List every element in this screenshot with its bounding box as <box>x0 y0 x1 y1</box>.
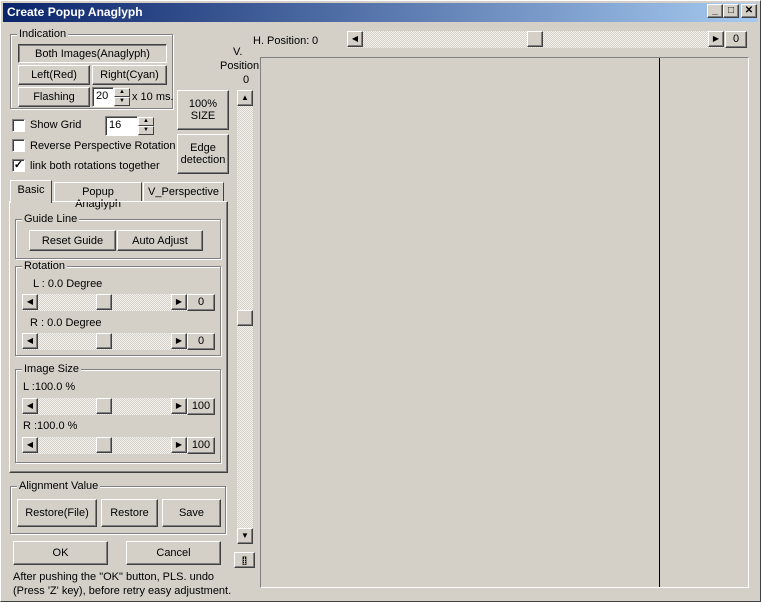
show-grid-label: Show Grid <box>30 119 82 131</box>
v-position-thumb[interactable] <box>237 310 253 326</box>
arrow-right-icon[interactable]: ▶ <box>171 333 187 349</box>
rotation-left-value[interactable]: 0 <box>187 294 215 311</box>
grid-spin-down-icon[interactable]: ▼ <box>138 126 154 135</box>
v-position-value: 0 <box>243 74 250 86</box>
title-bar: Create Popup Anaglyph <box>3 3 758 22</box>
flash-interval-input[interactable]: 20 <box>92 87 114 107</box>
link-rotations-label: link both rotations together <box>30 160 160 172</box>
grid-spin-up-icon[interactable]: ▲ <box>138 117 154 126</box>
image-size-left-label: L :100.0 % <box>23 381 76 393</box>
rotation-right-value[interactable]: 0 <box>187 333 215 350</box>
flash-unit-label: x 10 ms. <box>132 91 174 103</box>
full-size-line1: 100% <box>188 98 218 110</box>
full-size-line2: SIZE <box>190 110 216 122</box>
slider-thumb[interactable] <box>96 437 112 453</box>
arrow-left-icon[interactable]: ◀ <box>22 398 38 414</box>
rotation-left-slider[interactable]: ◀ ▶ <box>22 294 187 311</box>
save-button[interactable]: Save <box>162 499 221 527</box>
show-grid-checkbox[interactable] <box>12 119 25 132</box>
rotation-right-label: R : 0.0 Degree <box>30 317 102 329</box>
arrow-left-icon[interactable]: ◀ <box>22 437 38 453</box>
image-size-group-label: Image Size <box>22 363 82 375</box>
tab-v-perspective[interactable]: V_Perspective <box>143 182 224 202</box>
slider-thumb[interactable] <box>96 333 112 349</box>
arrow-up-icon[interactable]: ▲ <box>237 90 253 106</box>
close-button[interactable]: ✕ <box>741 4 757 18</box>
both-images-button[interactable]: Both Images(Anaglyph) <box>18 44 167 63</box>
rotation-group-label: Rotation <box>22 260 67 272</box>
cancel-button[interactable]: Cancel <box>126 541 221 565</box>
v-position-label-line2: Position <box>220 60 260 72</box>
guide-line-group-label: Guide Line <box>22 213 80 225</box>
arrow-left-icon[interactable]: ◀ <box>22 333 38 349</box>
right-cyan-button[interactable]: Right(Cyan) <box>92 65 167 85</box>
window-title: Create Popup Anaglyph <box>7 5 143 19</box>
h-position-scrollbar[interactable]: ◀ ▶ <box>347 31 724 48</box>
arrow-left-icon[interactable]: ◀ <box>347 31 363 47</box>
indication-group-label: Indication <box>17 28 69 40</box>
checkmark-icon: ✓ <box>13 159 24 171</box>
arrow-right-icon[interactable]: ▶ <box>708 31 724 47</box>
guide-line[interactable] <box>659 58 660 587</box>
image-size-right-slider[interactable]: ◀ ▶ <box>22 437 187 454</box>
slider-thumb[interactable] <box>96 294 112 310</box>
grid-size-spinner[interactable]: ▲ ▼ <box>138 117 154 135</box>
ok-button[interactable]: OK <box>13 541 108 565</box>
dialog-window: Create Popup Anaglyph _ □ ✕ Indication B… <box>0 0 761 602</box>
instruction-note-line2: (Press 'Z' key), before retry easy adjus… <box>13 585 232 597</box>
alignment-value-group-label: Alignment Value <box>17 480 101 492</box>
image-size-left-slider[interactable]: ◀ ▶ <box>22 398 187 415</box>
arrow-left-icon[interactable]: ◀ <box>22 294 38 310</box>
full-size-button[interactable]: 100% SIZE <box>177 90 229 130</box>
spin-down-icon[interactable]: ▼ <box>114 97 130 106</box>
arrow-down-icon[interactable]: ▼ <box>237 528 253 544</box>
instruction-note-line1: After pushing the "OK" button, PLS. undo <box>13 571 215 583</box>
spin-up-icon[interactable]: ▲ <box>114 88 130 97</box>
preview-canvas[interactable] <box>260 57 749 588</box>
reverse-rotation-label: Reverse Perspective Rotation <box>30 140 176 152</box>
arrow-right-icon[interactable]: ▶ <box>171 437 187 453</box>
rotation-right-slider[interactable]: ◀ ▶ <box>22 333 187 350</box>
slider-thumb[interactable] <box>96 398 112 414</box>
flash-interval-spinner[interactable]: ▲ ▼ <box>114 88 130 106</box>
restore-button[interactable]: Restore <box>101 499 158 527</box>
h-position-thumb[interactable] <box>527 31 543 47</box>
v-position-scrollbar[interactable]: ▲ ▼ <box>237 90 253 544</box>
h-position-label: H. Position: <box>253 35 310 47</box>
link-rotations-checkbox[interactable]: ✓ <box>12 159 25 172</box>
flashing-button[interactable]: Flashing <box>18 87 90 107</box>
edge-detection-line2: detection <box>180 154 226 166</box>
edge-detection-button[interactable]: Edge detection <box>177 134 229 174</box>
v-position-label-line1: V. <box>233 46 243 58</box>
maximize-button[interactable]: □ <box>723 4 739 18</box>
grid-size-input[interactable]: 16 <box>105 116 138 136</box>
left-red-button[interactable]: Left(Red) <box>18 65 90 85</box>
image-size-left-value[interactable]: 100 <box>187 398 215 415</box>
rotation-left-label: L : 0.0 Degree <box>33 278 103 290</box>
arrow-right-icon[interactable]: ▶ <box>171 398 187 414</box>
edge-detection-line1: Edge <box>190 142 216 154</box>
restore-file-button[interactable]: Restore(File) <box>17 499 97 527</box>
minimize-button[interactable]: _ <box>707 4 723 18</box>
h-position-value-box[interactable]: 0 <box>725 31 747 48</box>
tab-popup-anaglyph[interactable]: Popup Anaglyph <box>54 182 142 210</box>
reset-view-button[interactable]: [] <box>234 552 255 568</box>
arrow-right-icon[interactable]: ▶ <box>171 294 187 310</box>
reset-guide-button[interactable]: Reset Guide <box>29 230 116 251</box>
image-size-right-label: R :100.0 % <box>23 420 78 432</box>
reverse-rotation-checkbox[interactable] <box>12 139 25 152</box>
h-position-value: 0 <box>312 35 319 47</box>
reset-view-icon: [] <box>241 555 247 565</box>
image-size-right-value[interactable]: 100 <box>187 437 215 454</box>
auto-adjust-button[interactable]: Auto Adjust <box>117 230 203 251</box>
tab-basic[interactable]: Basic <box>10 180 52 203</box>
